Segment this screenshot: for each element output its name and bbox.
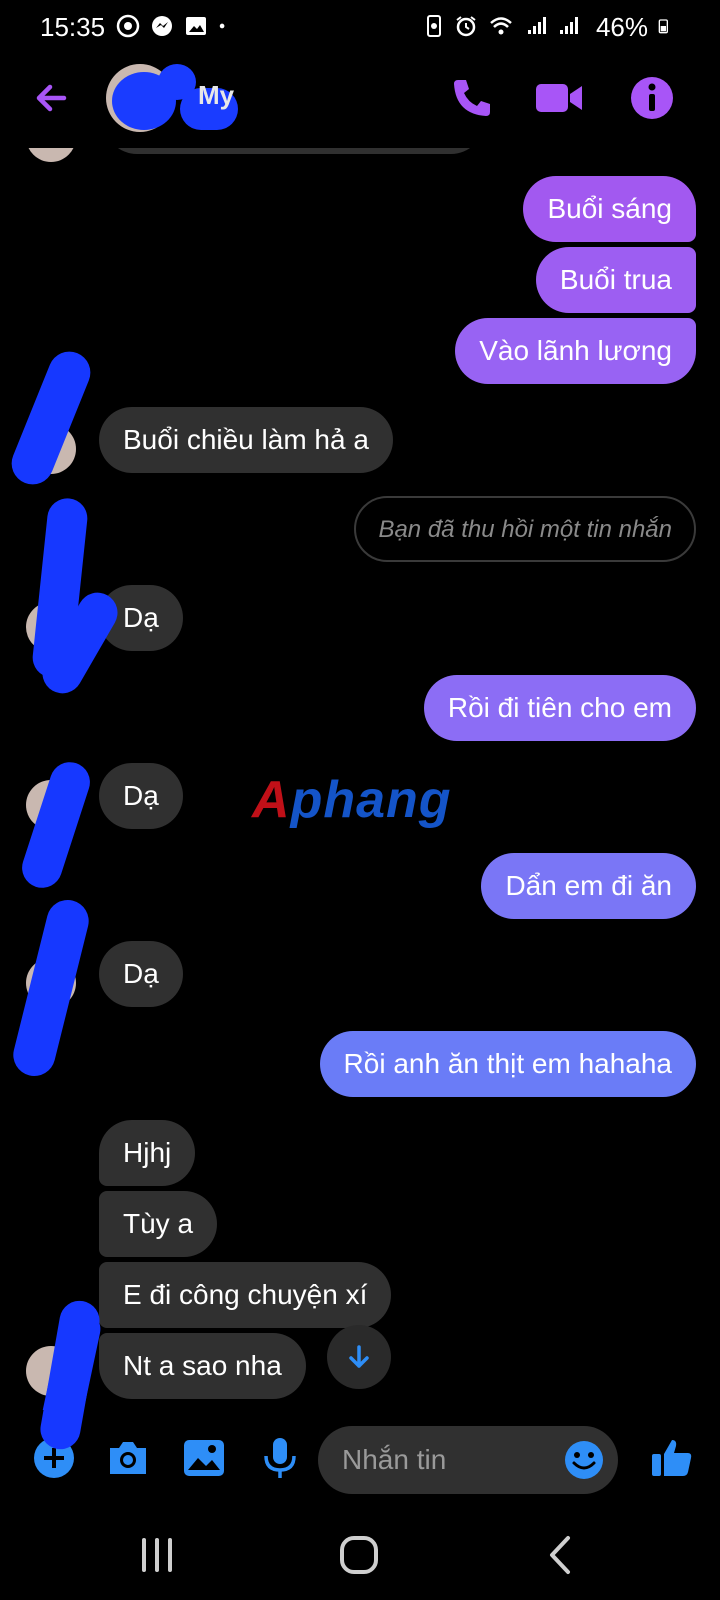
- camera-icon[interactable]: [104, 1434, 152, 1482]
- watermark-part-1: A: [252, 771, 291, 829]
- gallery-icon: [186, 17, 206, 35]
- system-icons: [422, 14, 580, 38]
- chat-header: My: [0, 52, 720, 148]
- microphone-icon[interactable]: [256, 1434, 304, 1482]
- message-input-placeholder: Nhắn tin: [342, 1444, 447, 1475]
- redaction-scribble: [16, 757, 96, 893]
- phone-icon[interactable]: [448, 74, 496, 122]
- outgoing-message[interactable]: Dẩn em đi ăn: [481, 853, 696, 919]
- status-bar: 15:35 46%: [0, 0, 720, 52]
- chrome-icon: [116, 14, 140, 38]
- outgoing-message[interactable]: Buổi trua: [535, 247, 696, 313]
- recalled-message-notice: Bạn đã thu hồi một tin nhắn: [354, 496, 696, 562]
- outgoing-message[interactable]: Rồi anh ăn thịt em hahaha: [319, 1031, 696, 1097]
- messenger-icon: [152, 16, 172, 36]
- wifi-icon: [490, 17, 512, 35]
- dot-icon: [219, 23, 225, 29]
- arrow-down-icon: [349, 1345, 369, 1368]
- scroll-to-bottom-button[interactable]: [327, 1325, 391, 1389]
- back-icon[interactable]: [536, 1532, 586, 1578]
- recent-apps-icon[interactable]: [132, 1532, 182, 1578]
- redaction-scribble: [5, 345, 97, 491]
- battery-saver-icon: [427, 15, 441, 37]
- incoming-message[interactable]: Hjhj: [99, 1120, 196, 1186]
- image-icon[interactable]: [180, 1434, 228, 1482]
- watermark-logo: Aphang: [252, 770, 452, 830]
- outgoing-message[interactable]: Vào lãnh lương: [455, 318, 696, 384]
- signal-icon-1: [528, 17, 546, 34]
- system-navigation-bar: [0, 1510, 720, 1600]
- alarm-icon: [456, 16, 476, 37]
- redaction-scribble: [8, 895, 94, 1081]
- status-time: 15:35: [40, 12, 106, 42]
- like-thumb-icon[interactable]: [648, 1434, 696, 1482]
- incoming-message[interactable]: Buổi chiều làm hả a: [99, 407, 393, 473]
- previous-bubble-edge: [104, 148, 484, 154]
- incoming-message[interactable]: Tùy a: [99, 1191, 218, 1257]
- battery-percent: 46%: [595, 12, 648, 42]
- incoming-message[interactable]: E đi công chuyện xí: [99, 1262, 392, 1328]
- home-icon[interactable]: [334, 1532, 384, 1578]
- message-input[interactable]: Nhắn tin: [318, 1426, 618, 1494]
- outgoing-message[interactable]: Rồi đi tiên cho em: [423, 675, 696, 741]
- contact-mini-avatar: [26, 148, 76, 162]
- signal-icon-2: [560, 17, 578, 34]
- video-camera-icon[interactable]: [532, 74, 584, 122]
- battery-icon: [658, 19, 668, 34]
- emoji-icon[interactable]: [562, 1438, 606, 1482]
- incoming-message[interactable]: Dạ: [99, 941, 183, 1007]
- contact-name[interactable]: My: [198, 80, 234, 111]
- back-arrow-icon[interactable]: [30, 76, 74, 120]
- outgoing-message[interactable]: Buổi sáng: [523, 176, 696, 242]
- notification-icons: [116, 14, 232, 38]
- incoming-message[interactable]: Dạ: [99, 763, 183, 829]
- watermark-part-2: phang: [290, 771, 452, 829]
- info-icon[interactable]: [628, 74, 676, 122]
- incoming-message[interactable]: Nt a sao nha: [99, 1333, 306, 1399]
- composer-bar: Nhắn tin: [0, 1297, 720, 1510]
